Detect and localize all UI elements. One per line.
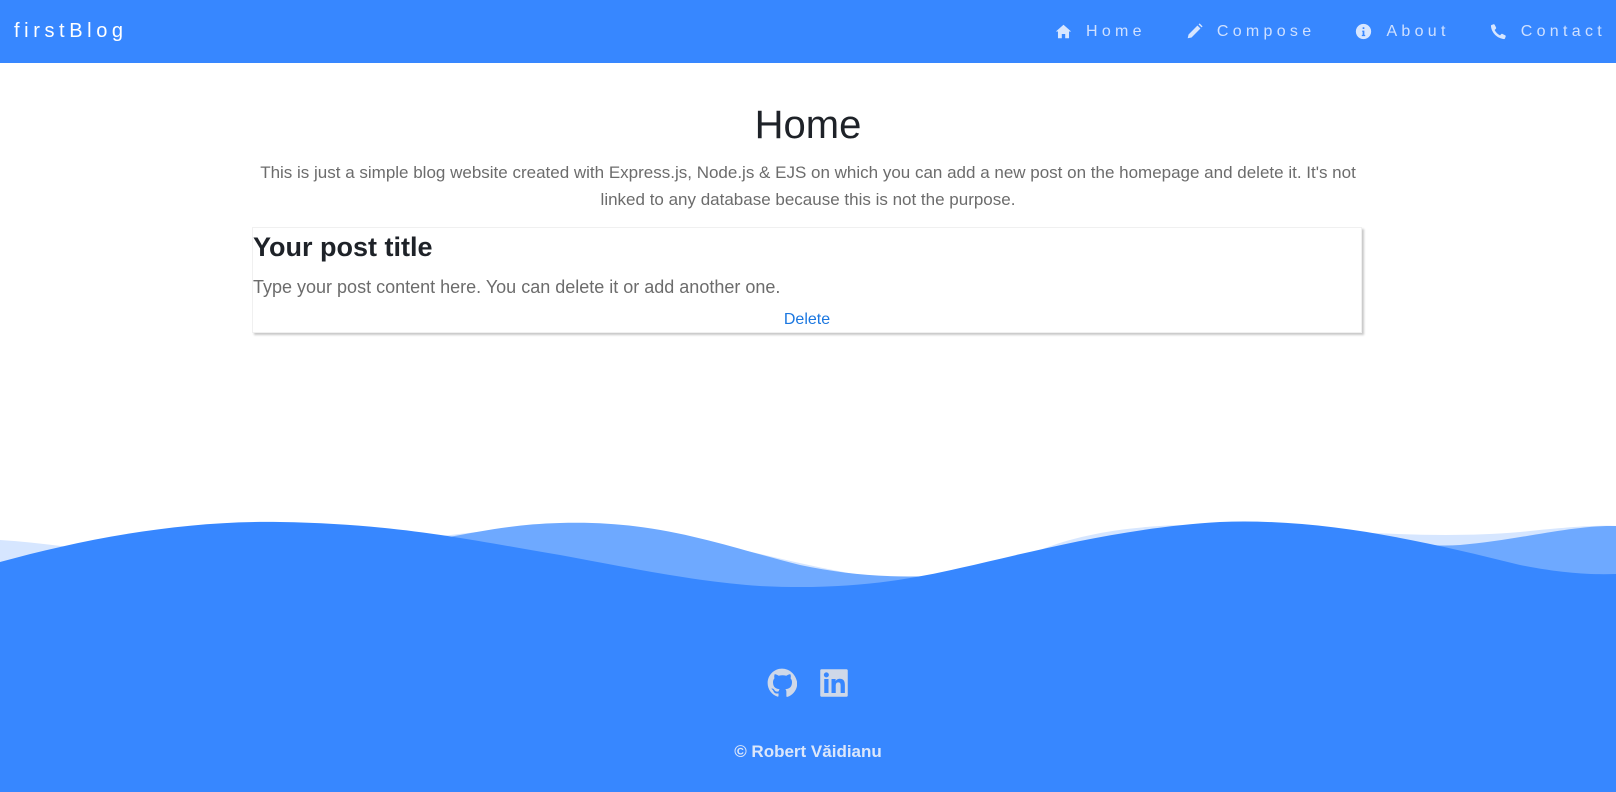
home-icon <box>1055 24 1072 39</box>
nav-contact-label: Contact <box>1520 22 1606 40</box>
page-title: Home <box>754 103 862 147</box>
linkedin-link[interactable] <box>819 668 849 698</box>
github-link[interactable] <box>767 668 798 698</box>
social-links <box>0 668 1616 698</box>
copyright-text: © Robert Văidianu <box>734 742 882 761</box>
navbar: firstBlog Home Compose About Contact <box>0 0 1616 63</box>
intro-text: This is just a simple blog website creat… <box>260 163 1356 209</box>
main-content: Home This is just a simple blog website … <box>252 63 1364 333</box>
pencil-icon <box>1187 23 1203 39</box>
post-content: Type your post content here. You can del… <box>253 277 781 297</box>
nav-compose-label: Compose <box>1216 22 1316 40</box>
nav-contact-link[interactable]: Contact <box>1490 23 1606 41</box>
nav-home-label: Home <box>1085 22 1146 40</box>
info-icon <box>1356 23 1372 40</box>
github-icon <box>767 668 798 697</box>
nav-home-link[interactable]: Home <box>1055 23 1146 41</box>
nav-compose-link[interactable]: Compose <box>1186 23 1316 41</box>
post-title: Your post title <box>253 232 433 262</box>
nav-about-link[interactable]: About <box>1355 23 1449 41</box>
linkedin-icon <box>820 669 848 697</box>
brand-logo-link[interactable]: firstBlog <box>14 19 128 43</box>
post-card: Your post title Type your post content h… <box>252 227 1362 333</box>
phone-icon <box>1490 24 1506 40</box>
nav-links: Home Compose About Contact <box>1015 0 1606 63</box>
delete-post-link[interactable]: Delete <box>253 310 1361 330</box>
nav-about-label: About <box>1386 22 1450 40</box>
